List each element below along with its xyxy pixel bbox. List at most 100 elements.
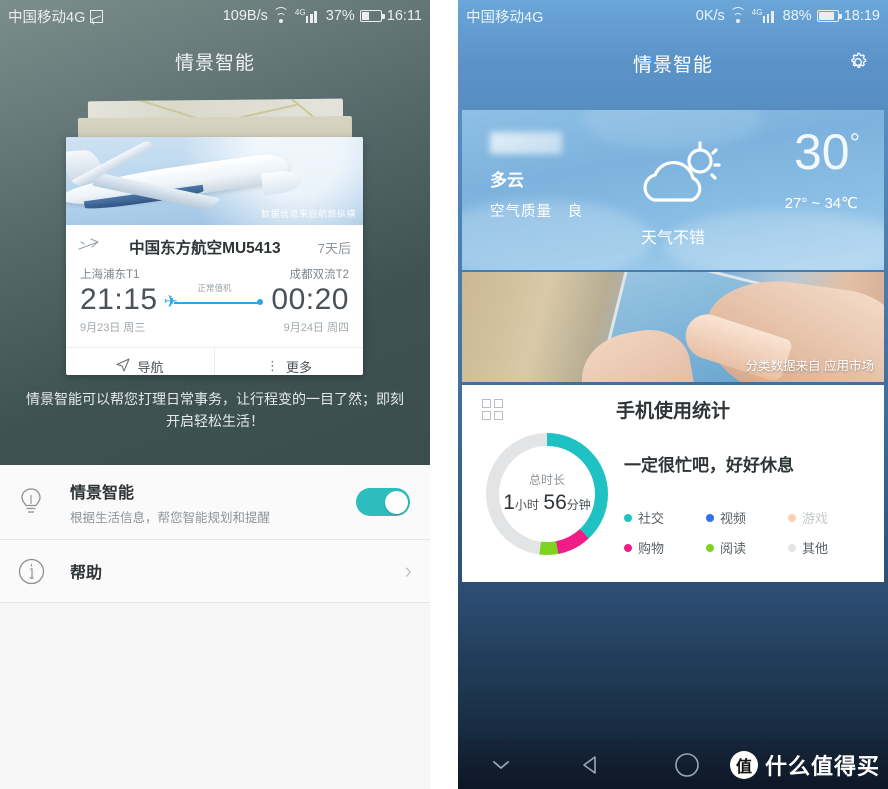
home-button-icon[interactable] — [644, 752, 730, 778]
usage-donut-chart: 总时长 1小时 56分钟 — [486, 433, 608, 555]
flight-details: 上海浦东T1 成都双流T2 21:15 正常值机 ✈ 00:20 9月23日 周… — [66, 264, 363, 335]
more-button[interactable]: ⋮ 更多 — [214, 348, 363, 375]
navigation-arrow-icon — [116, 357, 131, 375]
legend-label-video: 视频 — [719, 511, 746, 526]
flight-card-actions: 导航 ⋮ 更多 — [66, 347, 363, 375]
usage-minutes-unit: 分钟 — [566, 498, 591, 512]
usage-legend: 社交 视频 游戏 购物 阅读 其他 — [624, 508, 870, 568]
more-button-label: 更多 — [285, 359, 312, 375]
navigate-button-label: 导航 — [137, 359, 164, 375]
setting-subtitle-scenario: 根据生活信息，帮您智能规划和提醒 — [70, 510, 271, 525]
battery-icon — [359, 10, 385, 22]
flight-progress-line — [173, 302, 260, 304]
flight-number-label: 中国东方航空MU5413 — [129, 240, 281, 257]
carrier-label: 中国移动4G — [466, 9, 544, 26]
usage-hours-unit: 小时 — [514, 498, 539, 512]
clock-label: 16:11 — [386, 8, 422, 24]
gear-icon[interactable] — [846, 50, 870, 74]
setting-row-help[interactable]: 帮助 › — [0, 540, 430, 603]
total-duration-label: 总时长 — [528, 473, 565, 487]
flight-header: 中国东方航空MU5413 7天后 — [66, 225, 363, 264]
flight-photo-caption: 数据信息来自航旅纵横 — [260, 209, 356, 219]
usage-minutes: 56 — [543, 491, 567, 514]
signal-icon: 4G — [295, 8, 321, 23]
scenario-intelligence-toggle[interactable] — [356, 488, 410, 516]
watermark: 值 什么值得买 — [729, 749, 880, 781]
setting-title-help: 帮助 — [70, 565, 103, 582]
chevron-down-icon[interactable] — [458, 759, 544, 771]
chevron-right-icon: › — [404, 558, 412, 583]
grid-icon — [482, 399, 504, 421]
watermark-text: 什么值得买 — [764, 753, 880, 779]
left-status-bar: 中国移动4G 109B/s 4G 37% 16:11 — [0, 0, 430, 32]
flight-progress-dot-icon — [257, 298, 264, 305]
flight-progress-plane-icon: ✈ — [163, 292, 178, 311]
weather-condition-label: 多云 — [490, 171, 524, 190]
wifi-icon — [730, 6, 747, 23]
legend-item-video: 视频 — [705, 508, 788, 527]
battery-percent-label: 88% — [782, 8, 812, 24]
network-speed-label: 0K/s — [695, 8, 725, 24]
depart-time-label: 21:15 — [80, 283, 158, 316]
usage-message-label: 一定很忙吧，好好休息 — [624, 456, 794, 475]
sim-icon — [90, 9, 104, 23]
legend-item-shopping: 购物 — [624, 538, 706, 557]
right-phone-screen: 中国移动4G 0K/s 4G 88% 18:19 情景智能 多云 空气质量 良 … — [458, 0, 888, 789]
depart-airport-label: 上海浦东T1 — [80, 269, 140, 281]
setting-row-scenario-intelligence[interactable]: 情景智能 根据生活信息，帮您智能规划和提醒 — [0, 465, 430, 540]
depart-date-label: 9月23日 周三 — [80, 322, 146, 334]
left-settings-list: 情景智能 根据生活信息，帮您智能规划和提醒 帮助 › — [0, 465, 430, 789]
wifi-icon — [273, 6, 290, 23]
clock-label: 18:19 — [843, 8, 880, 24]
setting-title-scenario: 情景智能 — [70, 484, 135, 502]
signal-icon: 4G — [752, 8, 778, 23]
weather-city-blurred — [490, 132, 562, 154]
air-quality-label: 空气质量 良 — [490, 204, 583, 220]
weather-range-label: 27° ~ 34℃ — [784, 195, 858, 212]
weather-cloud-sun-icon — [630, 138, 730, 218]
usage-banner-caption: 分类数据来自 应用市场 — [745, 359, 874, 373]
flight-countdown-label: 7天后 — [317, 240, 351, 256]
weather-message-label: 天气不错 — [640, 230, 705, 247]
carrier-label: 中国移动4G — [8, 9, 86, 26]
system-nav-bar: 值 什么值得买 — [458, 740, 888, 789]
usage-card-header: 手机使用统计 — [462, 385, 884, 433]
arrive-airport-label: 成都双流T2 — [289, 269, 349, 281]
flight-card[interactable]: 数据信息来自航旅纵横 中国东方航空MU5413 7天后 上海浦东T1 成都双流T… — [66, 137, 363, 375]
battery-percent-label: 37% — [325, 8, 355, 24]
legend-item-reading: 阅读 — [705, 538, 788, 557]
more-dots-icon: ⋮ — [265, 358, 279, 373]
legend-item-games: 游戏 — [787, 508, 870, 527]
arrive-date-label: 9月24日 周四 — [283, 322, 349, 334]
legend-label-other: 其他 — [801, 541, 828, 556]
card-stack: 数据信息来自航旅纵横 中国东方航空MU5413 7天后 上海浦东T1 成都双流T… — [0, 95, 430, 385]
left-description-text: 情景智能可以帮您打理日常事务，让行程变的一目了然；即刻开启轻松生活！ — [26, 391, 404, 429]
screenshot-stage: 中国移动4G 109B/s 4G 37% 16:11 情景智能 数据信息来自航旅… — [0, 0, 888, 789]
usage-banner-photo: 分类数据来自 应用市场 — [462, 272, 884, 382]
network-speed-label: 109B/s — [222, 8, 268, 24]
info-icon — [18, 558, 70, 585]
battery-icon — [816, 10, 842, 22]
weather-card[interactable]: 多云 空气质量 良 30° 27° ~ 34℃ 天气不错 — [462, 110, 884, 270]
right-page-title: 情景智能 — [632, 55, 713, 76]
bulb-icon — [18, 487, 70, 517]
right-status-bar: 中国移动4G 0K/s 4G 88% 18:19 — [458, 0, 888, 32]
arrive-time-label: 00:20 — [271, 283, 349, 316]
left-page-title: 情景智能 — [174, 53, 255, 74]
weather-temperature-label: 30° — [794, 124, 860, 180]
legend-label-games: 游戏 — [801, 511, 828, 526]
flight-status-label: 正常值机 — [197, 283, 232, 293]
legend-label-reading: 阅读 — [719, 541, 746, 556]
usage-hours: 1 — [503, 491, 515, 514]
usage-card-body: 总时长 1小时 56分钟 一定很忙吧，好好休息 社交 视频 游戏 购物 阅读 其… — [462, 433, 884, 568]
legend-item-other: 其他 — [787, 538, 870, 557]
flight-progress: 正常值机 ✈ — [164, 283, 266, 317]
navigate-button[interactable]: 导航 — [66, 348, 214, 375]
watermark-badge: 值 — [729, 750, 758, 779]
phone-usage-card[interactable]: 手机使用统计 总时长 1小时 56分钟 一定很忙吧，好好休息 社交 视频 游戏 … — [462, 385, 884, 582]
left-phone-screen: 中国移动4G 109B/s 4G 37% 16:11 情景智能 数据信息来自航旅… — [0, 0, 430, 789]
back-button-icon[interactable] — [548, 754, 634, 776]
flight-photo: 数据信息来自航旅纵横 — [66, 137, 363, 225]
usage-card-title: 手机使用统计 — [615, 400, 730, 422]
plane-nose-shape — [260, 168, 304, 196]
